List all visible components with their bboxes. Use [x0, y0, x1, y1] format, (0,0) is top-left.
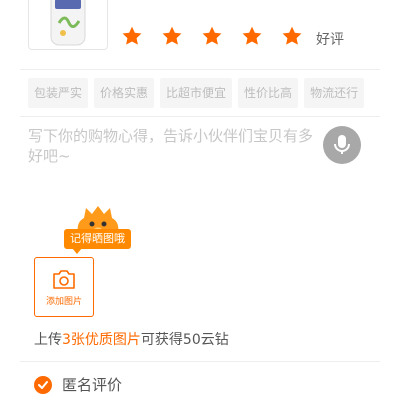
- divider: [20, 361, 380, 362]
- star-icon: [202, 26, 222, 45]
- add-photo-label: 添加图片: [45, 296, 82, 307]
- reward-prefix: 上传: [34, 332, 62, 348]
- star-1[interactable]: [112, 20, 152, 52]
- divider: [20, 116, 380, 117]
- product-thumbnail: [28, 0, 108, 50]
- add-photo-button[interactable]: 添加图片: [34, 257, 94, 317]
- review-textarea[interactable]: 写下你的购物心得，告诉小伙伴们宝贝有多好吧~: [28, 126, 318, 166]
- review-tags: 包装严实 价格实惠 比超市便宜 性价比高 物流还行: [28, 78, 370, 108]
- reward-highlight: 3张优质图片: [62, 332, 141, 348]
- tag-item[interactable]: 性价比高: [238, 78, 299, 108]
- checkbox-checked-icon[interactable]: [34, 375, 52, 394]
- reward-suffix: 可获得50云钻: [140, 332, 229, 348]
- star-5[interactable]: [272, 20, 312, 52]
- rating-label: 好评: [316, 32, 344, 48]
- reward-text: 上传3张优质图片可获得50云钻: [34, 329, 229, 349]
- tag-item[interactable]: 比超市便宜: [160, 78, 233, 108]
- divider: [20, 69, 380, 70]
- star-icon: [122, 26, 142, 45]
- star-rating[interactable]: [112, 20, 312, 52]
- tag-item[interactable]: 物流还行: [304, 78, 365, 108]
- star-4[interactable]: [232, 20, 272, 52]
- product-image: [50, 0, 86, 46]
- check-icon: [38, 380, 48, 389]
- star-icon: [242, 26, 262, 45]
- camera-icon: [53, 269, 75, 289]
- photo-reminder-bubble: 记得晒图哦: [64, 229, 131, 254]
- microphone-icon: [334, 135, 350, 154]
- voice-input-button[interactable]: [323, 126, 361, 164]
- tag-item[interactable]: 包装严实: [28, 78, 89, 108]
- star-2[interactable]: [152, 20, 192, 52]
- star-icon: [282, 26, 302, 45]
- anonymous-review-toggle[interactable]: 匿名评价: [34, 374, 122, 395]
- star-3[interactable]: [192, 20, 232, 52]
- anonymous-label: 匿名评价: [62, 376, 123, 394]
- star-icon: [162, 26, 182, 45]
- tag-item[interactable]: 价格实惠: [94, 78, 155, 108]
